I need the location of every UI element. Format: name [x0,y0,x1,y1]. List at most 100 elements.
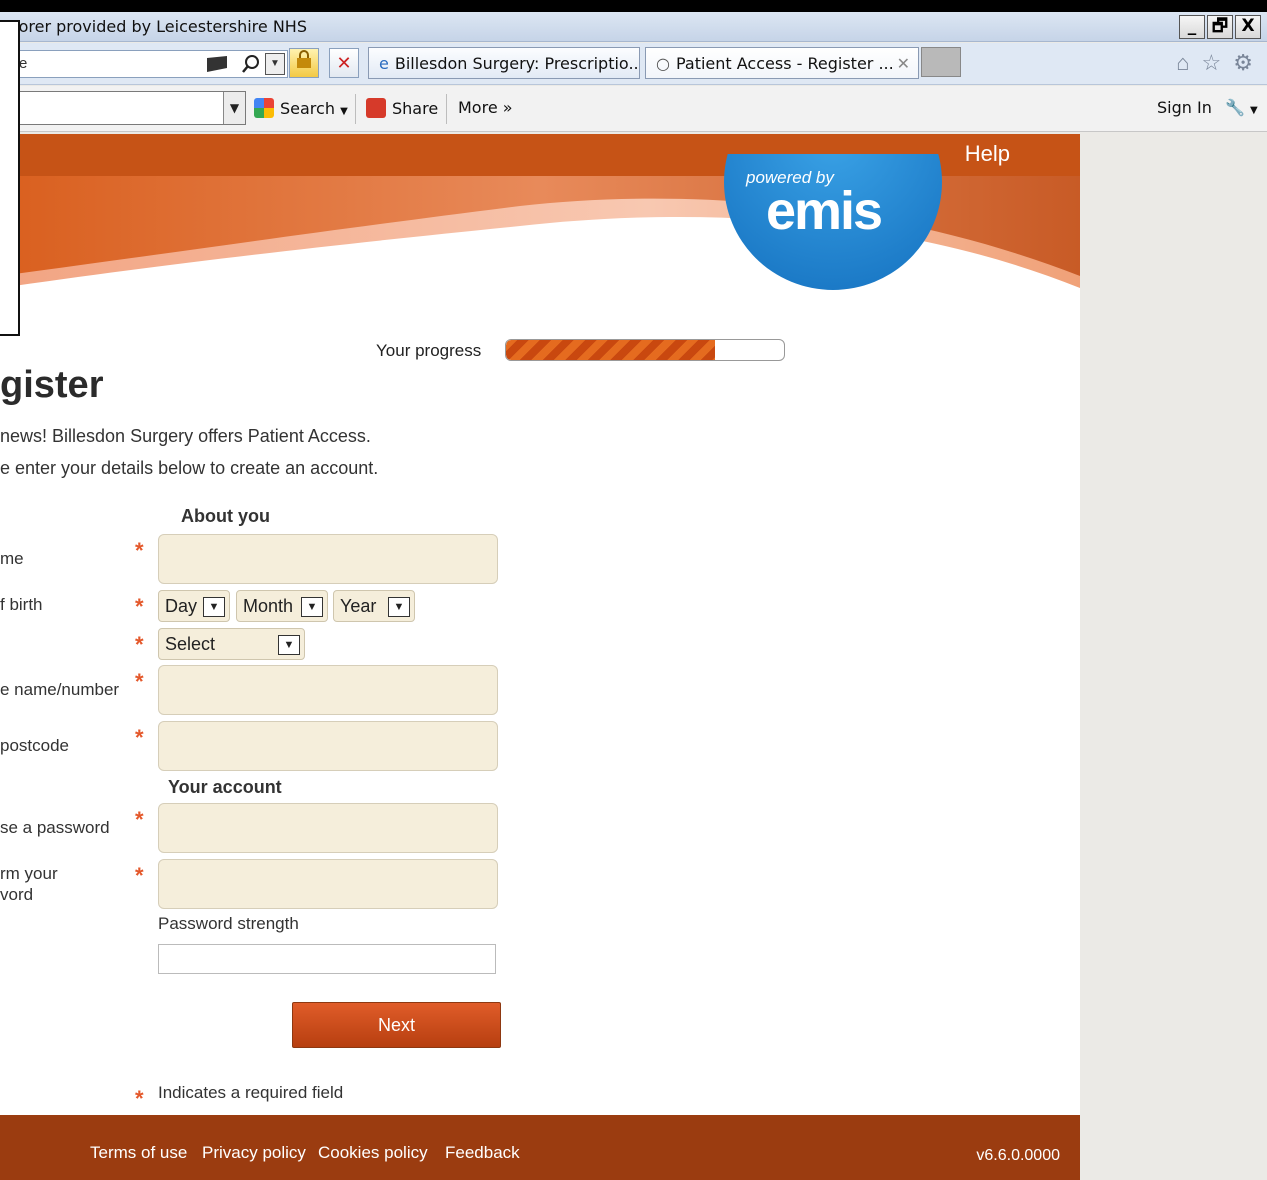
favorites-star-icon[interactable]: ☆ [1202,50,1222,76]
gear-icon[interactable]: ⚙ [1233,50,1253,76]
close-window-button[interactable]: X [1235,15,1261,39]
toolbar-search-button[interactable]: Search ▼ [254,98,348,118]
logo-name: emis [766,181,883,241]
terms-link[interactable]: Terms of use [90,1143,187,1163]
chevron-down-icon: ▼ [388,597,410,617]
intro-line-2: e enter your details below to create an … [0,458,379,478]
toolbar-share-button[interactable]: Share [366,98,438,118]
sign-in-button[interactable]: Sign In 🔧 ▼ [1157,98,1258,117]
required-star: * [135,594,144,619]
window-controls: _ 🗗 X [1179,15,1261,39]
password-strength-meter [158,944,496,974]
chevron-down-icon: ▼ [340,106,348,117]
privacy-link[interactable]: Privacy policy [202,1143,306,1163]
intro-line-1: news! Billesdon Surgery offers Patient A… [0,426,371,446]
window-title: plorer provided by Leicestershire NHS [4,17,307,36]
toolbar-search-input[interactable]: ▼ [0,91,246,125]
minimize-button[interactable]: _ [1179,15,1205,39]
screen-top-edge [0,0,1267,12]
address-text: e [19,55,28,72]
lock-icon[interactable] [289,48,319,78]
emis-logo: powered by emis [724,154,942,290]
loading-icon: ○ [656,54,670,73]
label-name: me [0,549,24,568]
page-content: Help powered by emis Your progress giste… [0,134,1080,1180]
label-confirm-password-1: rm your [0,864,58,883]
tab-billesdon-surgery[interactable]: e Billesdon Surgery: Prescriptio... [368,47,640,79]
password-strength-label: Password strength [158,914,299,933]
help-link[interactable]: Help [965,141,1010,167]
sign-in-label: Sign In [1157,98,1212,117]
label-house: e name/number [0,680,120,699]
dob-day-select[interactable]: Day ▼ [158,590,230,622]
dob-month-value: Month [243,596,294,616]
chevron-down-icon: ▼ [203,597,225,617]
google-toolbar: ▼ Search ▼ Share More » Sign In 🔧 ▼ [0,86,1267,132]
address-bar[interactable]: e ▼ [0,50,288,78]
home-icon[interactable]: ⌂ [1176,50,1189,76]
password-input[interactable] [158,803,498,853]
version-label: v6.6.0.0000 [976,1147,1060,1164]
page-title: gister [0,364,104,406]
chevron-down-icon: ▼ [1249,105,1258,116]
browser-right-icons: ⌂ ☆ ⚙ [1176,50,1253,76]
restore-button[interactable]: 🗗 [1207,15,1233,39]
required-star: * [135,807,144,832]
ie-logo-icon: e [379,54,389,73]
search-label: Search [280,99,335,118]
required-star: * [135,669,144,694]
name-input[interactable] [158,534,498,584]
section-your-account: Your account [168,777,282,797]
search-icon[interactable] [241,54,261,79]
dob-year-select[interactable]: Year ▼ [333,590,415,622]
footer: Terms of use Privacy policy Cookies poli… [0,1115,1080,1180]
section-about-you: About you [181,506,270,526]
confirm-password-input[interactable] [158,859,498,909]
label-dob: f birth [0,595,43,614]
dob-year-value: Year [340,596,377,616]
required-star: * [135,538,144,563]
house-number-input[interactable] [158,665,498,715]
label-password: se a password [0,818,110,837]
gender-select[interactable]: Select ▼ [158,628,305,660]
required-star: * [135,632,144,657]
toolbar-separator [355,94,356,124]
share-label: Share [392,99,439,118]
toolbar-separator [446,94,447,124]
next-button[interactable]: Next [292,1002,501,1048]
label-postcode: postcode [0,736,69,755]
progress-fill [506,340,715,360]
address-dropdown-icon[interactable]: ▼ [265,53,285,75]
dob-day-value: Day [165,596,198,616]
stop-icon[interactable]: ✕ [329,48,359,78]
tab-label: Billesdon Surgery: Prescriptio... [394,54,640,73]
progress-label: Your progress [376,341,482,360]
close-tab-icon[interactable]: ✕ [897,54,910,73]
gplus-share-icon [366,98,386,118]
google-icon [254,98,274,118]
tab-patient-access[interactable]: ○ Patient Access - Register ... ✕ [645,47,919,79]
label-confirm-password-2: vord [0,885,34,904]
progress-bar [505,339,785,361]
gender-value: Select [165,634,216,654]
new-tab-button[interactable] [921,47,961,77]
required-star: * [135,1086,144,1111]
popup-window-edge [0,20,20,336]
feedback-link[interactable]: Feedback [445,1143,520,1163]
toolbar-more-button[interactable]: More » [458,98,513,117]
wrench-icon[interactable]: 🔧 [1225,98,1245,117]
tab-label: Patient Access - Register ... [675,54,894,73]
chevron-down-icon[interactable]: ▼ [223,92,245,124]
window-titlebar: plorer provided by Leicestershire NHS _ … [0,12,1267,42]
required-note: Indicates a required field [158,1083,344,1102]
postcode-input[interactable] [158,721,498,771]
browser-navbar: e ▼ ✕ e Billesdon Surgery: Prescriptio...… [0,43,1267,85]
chevron-down-icon: ▼ [278,635,300,655]
chevron-down-icon: ▼ [301,597,323,617]
required-star: * [135,725,144,750]
required-star: * [135,863,144,888]
compat-view-icon[interactable] [205,54,233,79]
dob-month-select[interactable]: Month ▼ [236,590,328,622]
cookies-link[interactable]: Cookies policy [318,1143,428,1163]
popup-address-field [0,52,18,82]
